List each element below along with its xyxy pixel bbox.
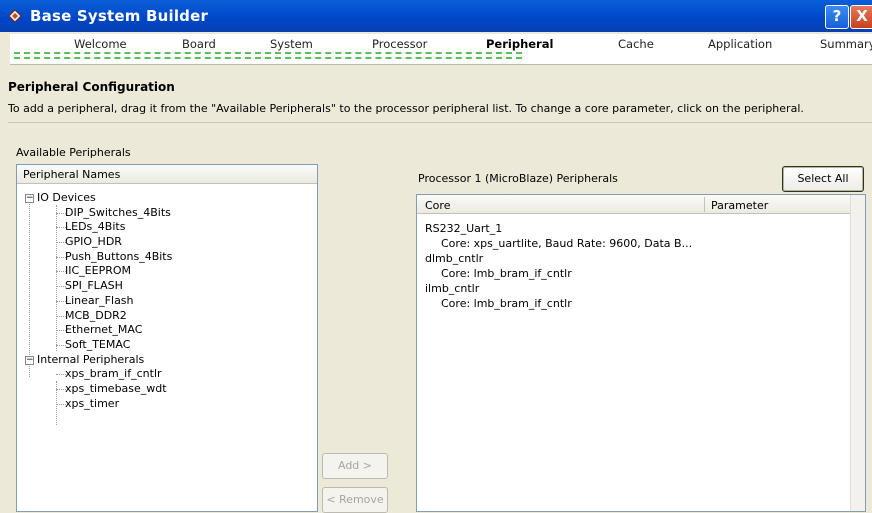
core-name[interactable]: RS232_Uart_1 [425, 221, 692, 236]
step-board: Board [182, 37, 216, 51]
app-icon [8, 9, 22, 23]
collapse-icon[interactable]: − [25, 194, 34, 203]
title-bar: Base System Builder ? X [0, 0, 872, 32]
select-all-button[interactable]: Select All [782, 166, 864, 192]
divider [8, 122, 872, 123]
column-divider[interactable] [704, 197, 705, 212]
progress-bar [14, 52, 522, 59]
section-title: Peripheral Configuration [8, 80, 175, 94]
instructions-text: To add a peripheral, drag it from the "A… [8, 102, 804, 115]
close-button[interactable]: X [850, 5, 872, 29]
step-application: Application [708, 37, 773, 51]
available-peripherals-label: Available Peripherals [16, 146, 131, 159]
collapse-icon[interactable]: − [25, 355, 34, 365]
remove-button[interactable]: < Remove [322, 487, 388, 513]
core-name[interactable]: ilmb_cntlr [425, 281, 692, 296]
help-button[interactable]: ? [825, 5, 849, 29]
step-peripheral: Peripheral [486, 37, 554, 51]
available-peripherals-tree[interactable]: Peripheral Names − IO Devices DIP_Switch… [16, 164, 318, 512]
core-detail[interactable]: Core: xps_uartlite, Baud Rate: 9600, Dat… [425, 236, 692, 251]
core-list: RS232_Uart_1 Core: xps_uartlite, Baud Ra… [425, 221, 692, 311]
step-cache: Cache [618, 37, 654, 51]
core-detail[interactable]: Core: lmb_bram_if_cntlr [425, 266, 692, 281]
core-detail[interactable]: Core: lmb_bram_if_cntlr [425, 296, 692, 311]
parameter-column-header[interactable]: Parameter [711, 199, 768, 212]
core-name[interactable]: dlmb_cntlr [425, 251, 692, 266]
processor-peripherals-list[interactable]: Core Parameter RS232_Uart_1 Core: xps_ua… [416, 194, 866, 512]
window-title: Base System Builder [30, 7, 209, 25]
core-column-header[interactable]: Core [425, 199, 450, 212]
tree-line [29, 201, 30, 377]
processor-peripherals-label: Processor 1 (MicroBlaze) Peripherals [418, 172, 618, 185]
step-system: System [270, 37, 313, 51]
step-summary: Summary [820, 37, 872, 51]
step-processor: Processor [372, 37, 428, 51]
list-header: Core Parameter [417, 195, 865, 214]
wizard-steps: Welcome Board System Processor Periphera… [10, 34, 872, 65]
vertical-scrollbar[interactable] [850, 195, 865, 511]
step-welcome: Welcome [74, 37, 127, 51]
add-button[interactable]: Add > [322, 453, 388, 479]
peripheral-names-header[interactable]: Peripheral Names [17, 165, 317, 184]
